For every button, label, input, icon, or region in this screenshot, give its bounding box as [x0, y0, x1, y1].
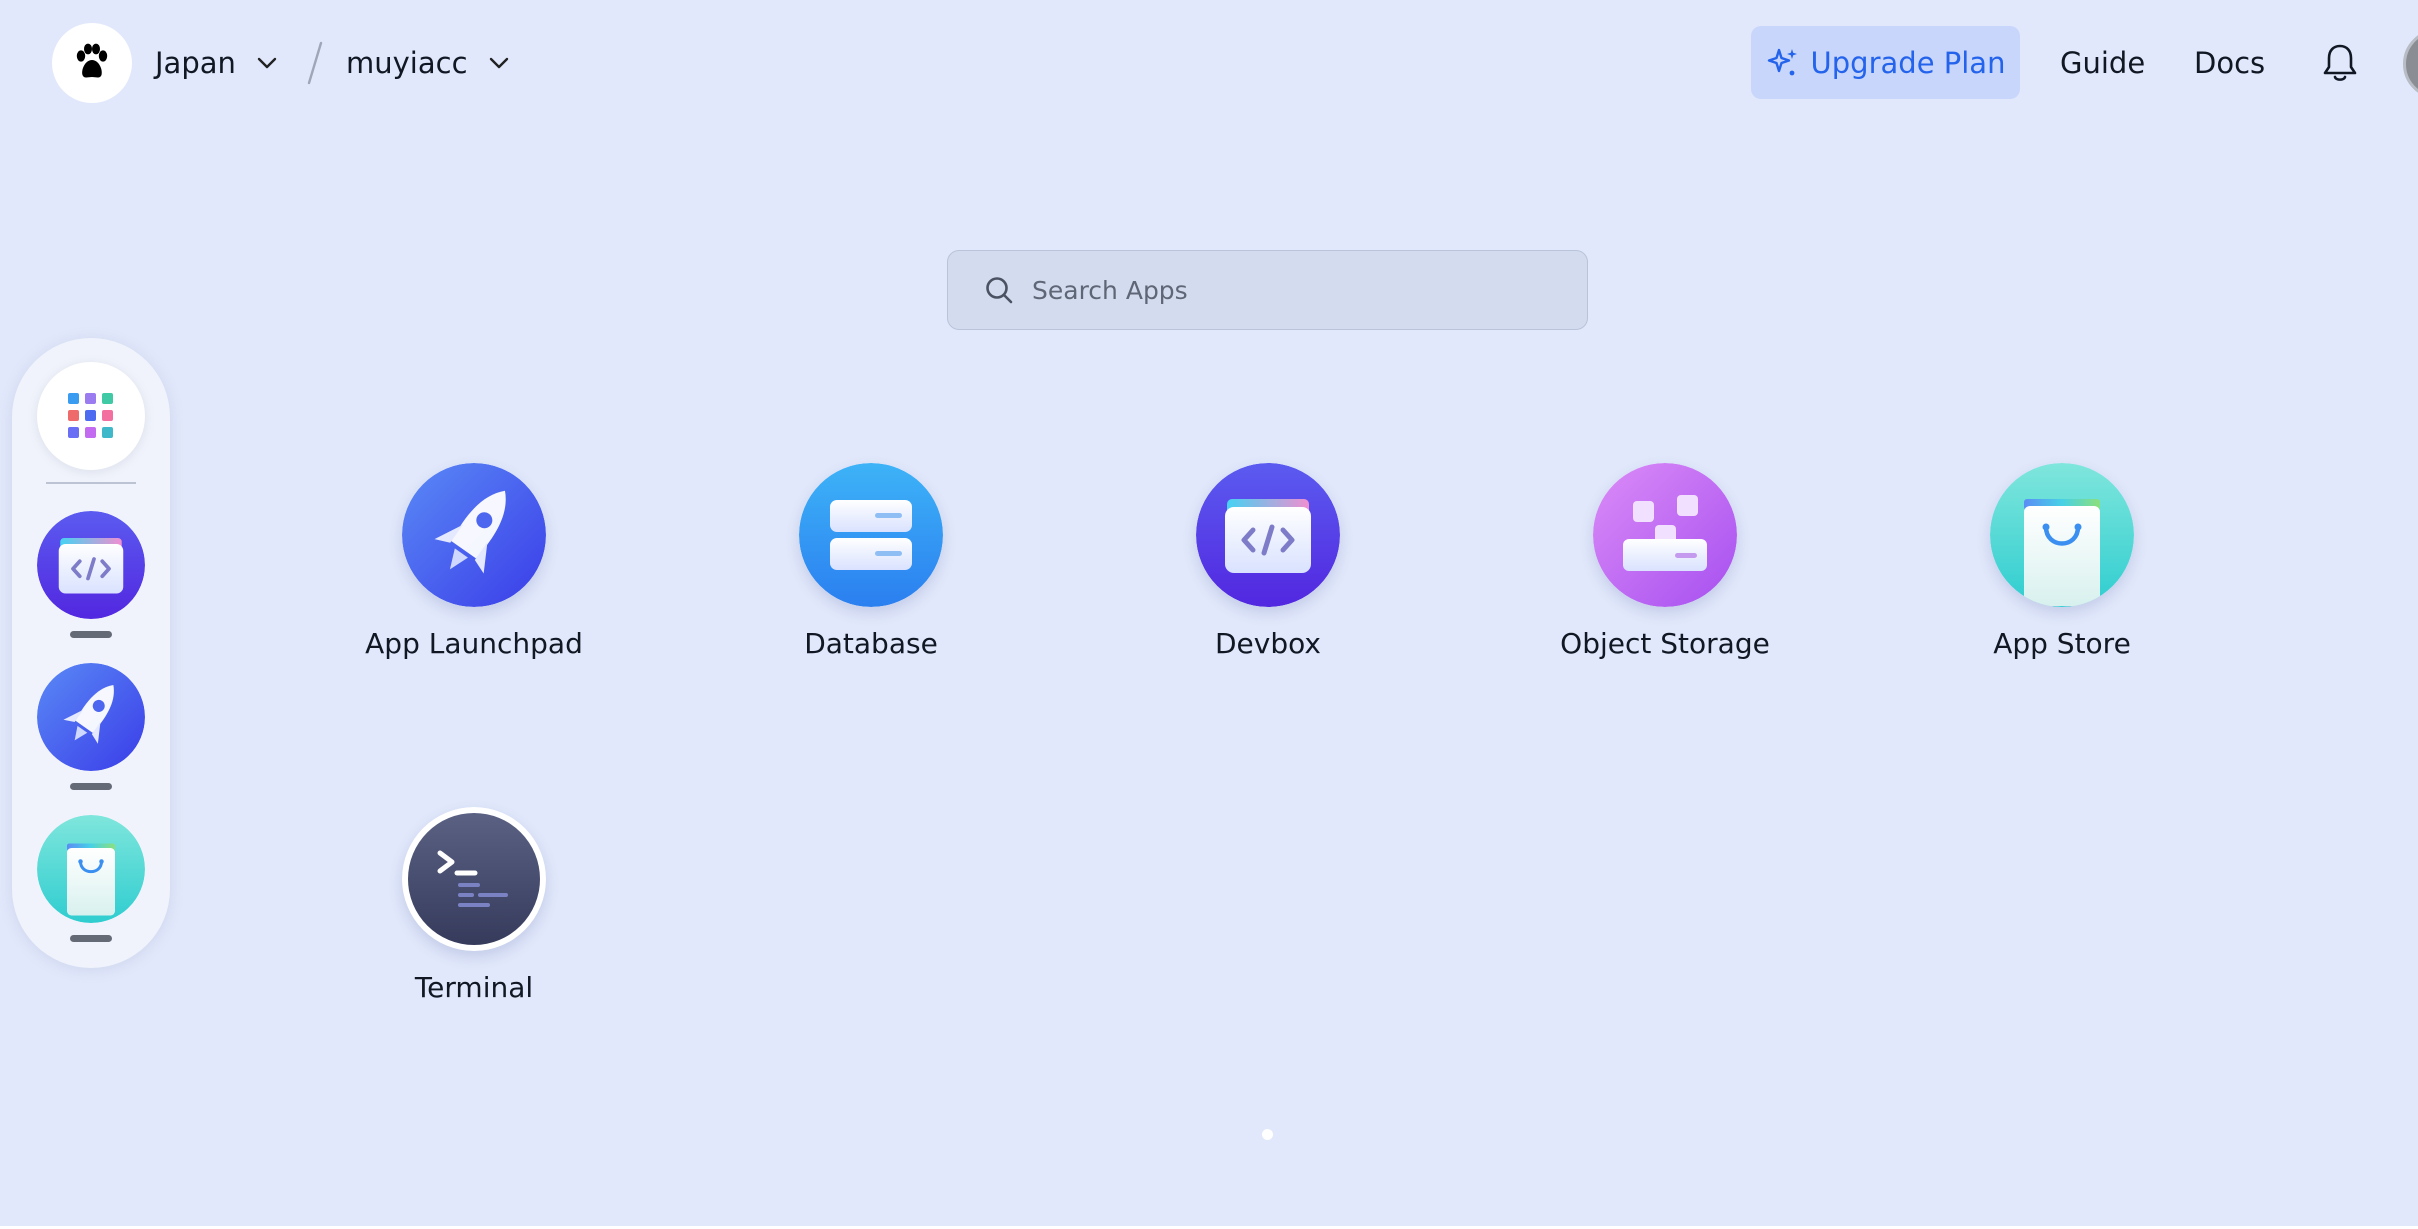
object-storage-app[interactable]: Object Storage	[1515, 463, 1815, 683]
app-label: Object Storage	[1560, 627, 1770, 660]
breadcrumb-separator	[307, 41, 323, 85]
region-selector[interactable]: Japan	[155, 39, 278, 87]
chevron-down-icon	[257, 57, 277, 69]
namespace-selector[interactable]: muyiacc	[346, 39, 510, 87]
paw-logo-icon[interactable]	[52, 23, 132, 103]
namespace-label: muyiacc	[346, 46, 468, 80]
app-label: Devbox	[1215, 627, 1321, 660]
search-bar[interactable]	[947, 250, 1588, 330]
page-indicator-dot[interactable]	[1262, 1129, 1273, 1140]
chevron-down-icon	[489, 57, 508, 69]
guide-link[interactable]: Guide	[2060, 39, 2145, 87]
region-label: Japan	[155, 46, 236, 80]
app-label: Terminal	[414, 971, 534, 1004]
app-launchpad-app[interactable]: App Launchpad	[324, 463, 624, 683]
app-label: App Launchpad	[365, 627, 583, 660]
devbox-icon	[1196, 463, 1340, 607]
top-bar: Japan muyiacc Upgrade Plan Guide Docs	[0, 0, 2418, 126]
devbox-app[interactable]: Devbox	[1118, 463, 1418, 683]
dock-devbox-icon[interactable]	[37, 511, 145, 619]
running-indicator	[70, 631, 112, 638]
running-indicator	[70, 935, 112, 942]
database-icon	[799, 463, 943, 607]
database-app[interactable]: Database	[721, 463, 1021, 683]
rocket-icon	[402, 463, 546, 607]
app-dock	[12, 338, 170, 968]
search-icon	[986, 277, 1013, 304]
shopping-bag-icon	[1990, 463, 2134, 607]
apps-grid-icon[interactable]	[37, 362, 145, 470]
docs-link[interactable]: Docs	[2194, 39, 2265, 87]
app-store-app[interactable]: App Store	[1912, 463, 2212, 683]
dock-divider	[46, 482, 136, 484]
terminal-icon	[402, 807, 546, 951]
terminal-app[interactable]: Terminal	[324, 807, 624, 1027]
search-input[interactable]	[1030, 274, 1550, 306]
user-avatar[interactable]	[2403, 29, 2418, 99]
upgrade-plan-button[interactable]: Upgrade Plan	[1751, 26, 2020, 99]
sparkle-icon	[1767, 48, 1797, 75]
bell-icon[interactable]	[2317, 40, 2363, 86]
object-storage-icon	[1593, 463, 1737, 607]
app-label: Database	[804, 627, 938, 660]
app-label: App Store	[1993, 627, 2131, 660]
dock-shopping-bag-icon[interactable]	[37, 815, 145, 923]
dock-rocket-icon[interactable]	[37, 663, 145, 771]
running-indicator	[70, 783, 112, 790]
upgrade-plan-label: Upgrade Plan	[1810, 45, 2006, 80]
